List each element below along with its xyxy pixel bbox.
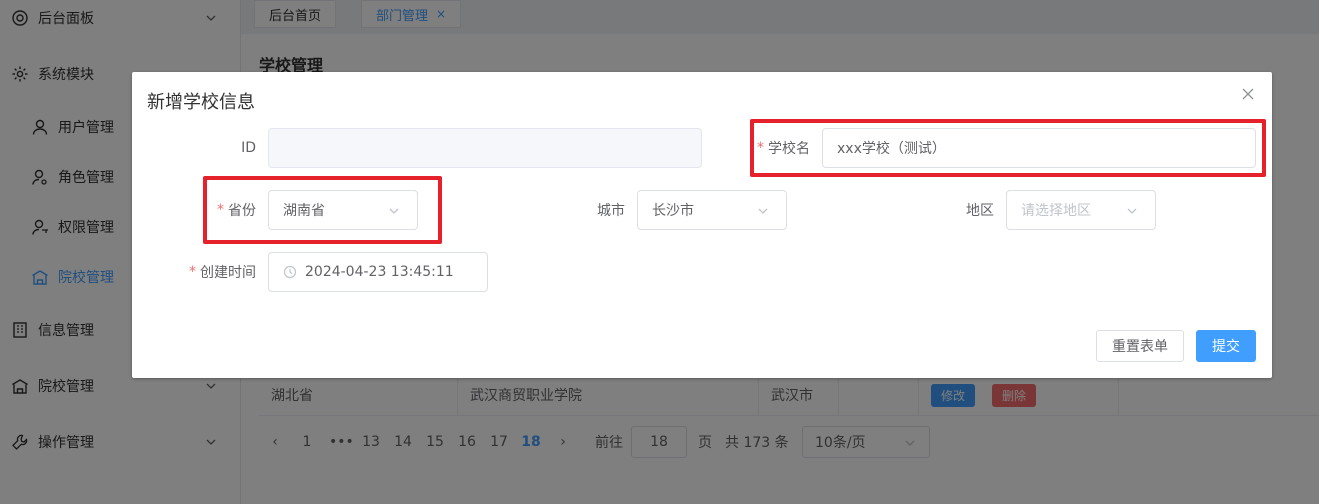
- district-placeholder: 请选择地区: [1021, 203, 1091, 219]
- chevron-down-icon: [758, 208, 768, 214]
- created-at-label: * 创建时间: [172, 252, 256, 292]
- dialog-title: 新增学校信息: [147, 92, 255, 113]
- created-at-label-text: 创建时间: [200, 265, 256, 281]
- city-value: 长沙市: [652, 203, 694, 219]
- district-select[interactable]: 请选择地区: [1006, 190, 1156, 230]
- clock-icon: [283, 265, 297, 279]
- id-field: [268, 128, 702, 168]
- add-school-dialog: 新增学校信息 ID * 学校名 xxx学校（测试） * 省份 湖南省 城市 长沙…: [132, 72, 1272, 378]
- submit-button[interactable]: 提交: [1196, 330, 1256, 362]
- id-label-text: ID: [241, 140, 256, 156]
- required-mark: *: [189, 264, 196, 280]
- chevron-down-icon: [1127, 208, 1137, 214]
- district-label: 地区: [932, 190, 994, 230]
- city-label-text: 城市: [597, 203, 625, 219]
- district-label-text: 地区: [966, 203, 994, 219]
- city-select[interactable]: 长沙市: [637, 190, 787, 230]
- city-label: 城市: [562, 190, 625, 230]
- created-at-value: 2024-04-23 13:45:11: [305, 264, 454, 280]
- highlight-box-school-name: [750, 119, 1266, 177]
- created-at-picker[interactable]: 2024-04-23 13:45:11: [268, 252, 488, 292]
- reset-form-button[interactable]: 重置表单: [1096, 330, 1184, 362]
- highlight-box-province: [203, 176, 442, 244]
- close-icon[interactable]: [1240, 86, 1256, 102]
- id-label: ID: [192, 128, 256, 168]
